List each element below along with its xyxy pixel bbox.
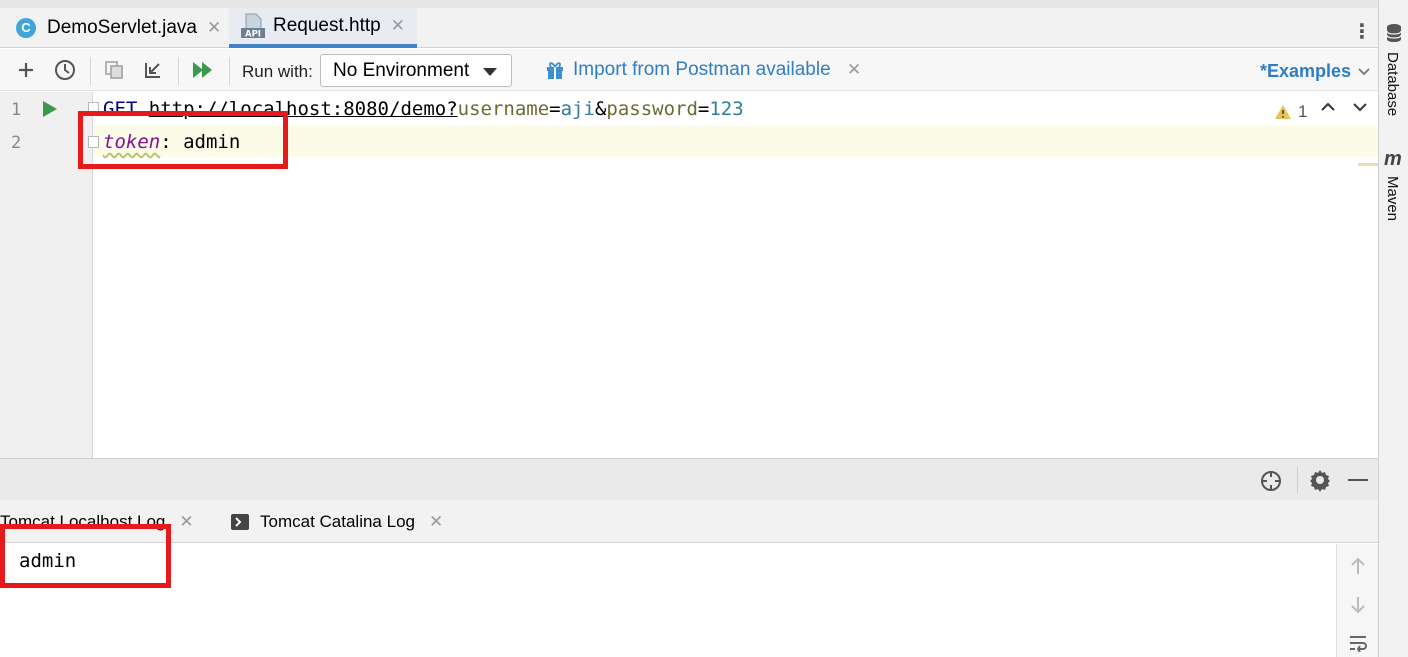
close-icon[interactable]: ✕ [391,16,405,36]
maven-icon: m [1384,148,1402,170]
plus-icon [19,63,33,77]
scrollbar-marker[interactable] [1358,163,1378,166]
warning-icon [1275,105,1291,119]
toolbar-separator [178,57,179,85]
java-class-icon: C [16,17,36,38]
settings-button[interactable] [1308,468,1332,497]
examples-dropdown[interactable]: *Examples [1260,61,1371,82]
query-param-name: username [457,98,550,120]
run-request-button[interactable] [40,99,60,124]
tab-label: Request.http [273,15,381,36]
arrow-down-icon [1351,597,1365,614]
log-tab-label: Tomcat Catalina Log [260,512,415,531]
next-highlight-button[interactable] [1352,100,1368,119]
tab-tomcat-catalina-log[interactable]: Tomcat Catalina Log ✕ [231,512,443,532]
run-with-label: Run with: [242,62,313,81]
toolbar-separator [229,57,230,85]
chevron-up-icon [1321,102,1335,111]
tab-label: DemoServlet.java [47,16,197,38]
close-icon[interactable]: ✕ [429,512,443,532]
inspection-warnings[interactable]: 1 [1274,102,1307,122]
tab-request-http[interactable]: API Request.http ✕ [229,8,417,48]
close-icon[interactable]: ✕ [207,18,221,38]
query-param-value: 123 [709,98,744,120]
close-icon[interactable]: ✕ [179,512,193,532]
query-param-name: password [606,98,698,120]
tab-demoservlet[interactable]: C DemoServlet.java ✕ [16,8,221,47]
svg-text:API: API [245,30,261,40]
minimize-icon[interactable] [1348,479,1368,481]
soft-wrap-button[interactable] [1348,634,1368,657]
services-panel-header [0,458,1378,500]
log-tab-bar: Tomcat Localhost Log ✕ Tomcat Catalina L… [0,500,1378,543]
editor-tab-bar: C DemoServlet.java ✕ API Request.http ✕ … [0,0,1378,48]
import-link-label: Import from Postman available [573,59,831,80]
import-arrow-icon [145,63,160,78]
history-button[interactable] [50,55,80,85]
import-button[interactable] [138,55,168,85]
copy-icon [105,61,123,79]
console-side-toolbar [1336,544,1378,657]
copy-button[interactable] [99,55,129,85]
gift-icon [547,62,563,79]
highlight-box [0,524,171,588]
sidebar-item-database[interactable]: Database [1384,52,1401,116]
scroll-down-button[interactable] [1350,595,1366,620]
http-client-toolbar: Run with: No Environment Import from Pos… [0,49,1378,91]
warning-count: 1 [1298,102,1308,121]
play-icon [43,101,57,117]
environment-select[interactable]: No Environment [320,54,512,87]
toolbar-separator [90,57,91,85]
gear-icon [1310,470,1330,492]
line-number: 1 [11,100,22,120]
crosshair-icon [1261,471,1281,491]
more-options-icon[interactable]: ⋮ [1352,20,1372,46]
highlight-box [78,111,288,169]
query-param-value: aji [560,98,595,120]
chevron-down-icon [1353,103,1367,112]
environment-value: No Environment [333,60,470,81]
run-all-button[interactable] [188,55,218,85]
previous-highlight-button[interactable] [1320,100,1336,119]
examples-label: *Examples [1260,61,1352,81]
run-all-icon [193,62,212,78]
close-icon[interactable]: ✕ [847,60,861,80]
clock-icon [55,60,75,80]
database-icon [1385,23,1403,48]
console-icon [231,514,249,530]
api-file-icon: API [241,13,265,40]
import-postman-link[interactable]: Import from Postman available [545,59,831,81]
add-request-button[interactable] [11,55,41,85]
scroll-up-button[interactable] [1350,556,1366,581]
caret-down-icon [483,68,497,76]
chevron-down-icon [1358,67,1370,75]
sidebar-item-maven[interactable]: Maven [1384,176,1401,221]
soft-wrap-icon [1350,636,1367,653]
console-output[interactable] [0,544,1336,657]
arrow-up-icon [1351,557,1365,574]
line-number: 2 [11,133,22,153]
locate-button[interactable] [1259,469,1283,498]
toolbar-separator [1297,467,1298,493]
